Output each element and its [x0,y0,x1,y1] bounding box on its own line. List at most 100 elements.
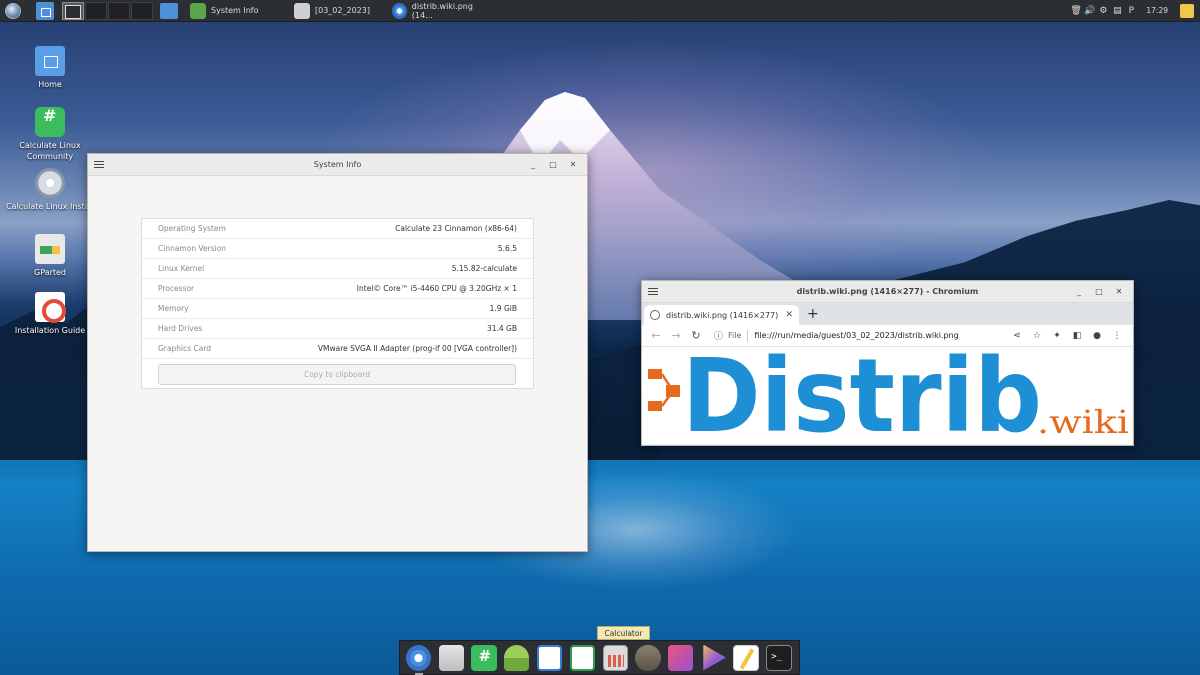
calculator-icon[interactable] [602,644,628,671]
desktop-icon-install[interactable]: Calculate Linux Install [5,168,95,212]
clock[interactable]: 17:29 [1146,6,1168,15]
reload-icon[interactable]: ↻ [688,329,704,342]
info-row-graphics: Graphics Card VMware SVGA II Adapter (pr… [142,339,533,359]
info-icon[interactable]: ⓘ [714,329,728,342]
info-row-memory: Memory 1.9 GiB [142,299,533,319]
taskbar-item-system-info[interactable]: System Info [184,0,282,22]
calculate-logo-icon [5,2,21,19]
user-icon[interactable] [504,644,530,671]
window-title: System Info [313,160,362,169]
new-tab-button[interactable]: + [807,305,819,325]
home-folder-icon [35,46,65,76]
extensions-icon[interactable]: ✦ [1047,331,1067,341]
spreadsheet-icon[interactable] [569,644,596,671]
top-panel: System Info [03_02_2023] distrib.wiki.pn… [0,0,1200,22]
back-icon[interactable]: ← [648,329,664,342]
terminal-icon[interactable] [766,644,792,671]
scheme-label: File [728,331,742,340]
copy-to-clipboard-button[interactable]: Copy to clipboard [158,364,516,385]
gimp-icon[interactable] [635,644,661,671]
disc-icon [35,168,65,198]
start-menu-button[interactable] [2,0,24,22]
info-value: 5.15.82-calculate [451,264,517,273]
browser-tab[interactable]: distrib.wiki.png (1416×277) ✕ [644,305,799,325]
desktop-icon-home[interactable]: Home [5,46,95,90]
info-key: Operating System [158,224,226,233]
workspace-2[interactable] [85,1,107,20]
workspace-4[interactable] [131,1,153,20]
forward-icon[interactable]: → [668,329,684,342]
desktop-icon-label: Calculate Linux Install [5,202,95,211]
info-value: 31.4 GB [486,324,517,333]
distrib-wiki-logo: Distrib .wiki [642,347,1129,444]
layout-icon[interactable]: ▤ [1112,6,1122,16]
taskbar-item-folder[interactable]: [03_02_2023] [288,0,380,22]
info-value: 5.6.5 [497,244,517,253]
volume-icon[interactable]: 🔊 [1084,6,1095,16]
share-icon[interactable]: ⋖ [1007,331,1027,341]
window-titlebar[interactable]: distrib.wiki.png (1416×277) - Chromium _… [642,281,1133,303]
logo-suffix-text: .wiki [1037,403,1129,441]
tab-close-icon[interactable]: ✕ [785,310,793,320]
info-row-kernel: Linux Kernel 5.15.82-calculate [142,259,533,279]
tab-strip: distrib.wiki.png (1416×277) ✕ + [642,303,1133,325]
info-row-drives: Hard Drives 31.4 GB [142,319,533,339]
workspace-3[interactable] [108,1,130,20]
desktop-icon-gparted[interactable]: GParted [5,234,95,278]
more-menu-icon[interactable]: ⋮ [1107,331,1127,341]
info-key: Cinnamon Version [158,244,227,253]
chat-icon [35,107,65,137]
taskbar-item-chromium[interactable]: distrib.wiki.png (14... [386,0,496,22]
profile-icon[interactable]: ● [1087,331,1107,341]
chat-icon[interactable] [471,644,497,671]
page-content: Distrib .wiki [642,347,1132,444]
lifebuoy-icon [35,292,66,323]
trash-icon[interactable]: 🗑 [1070,6,1081,16]
video-icon[interactable] [703,644,726,671]
taskbar-item-label: [03_02_2023] [315,6,370,15]
bookmark-star-icon[interactable]: ☆ [1027,331,1047,341]
info-row-cinnamon: Cinnamon Version 5.6.5 [142,239,533,259]
notes-icon[interactable] [733,644,759,671]
info-key: Hard Drives [158,324,203,333]
tab-title: distrib.wiki.png (1416×277) [666,310,779,320]
file-manager-launcher-icon[interactable] [160,2,178,19]
info-key: Linux Kernel [158,264,205,273]
info-row-processor: Processor Intel© Core™ i5-4460 CPU @ 3.2… [142,279,533,299]
keyboard-icon[interactable]: P [1126,6,1136,16]
address-bar[interactable]: file:///run/media/guest/03_02_2023/distr… [754,331,958,340]
info-row-os: Operating System Calculate 23 Cinnamon (… [142,219,533,239]
gparted-icon [35,234,65,264]
info-value: VMware SVGA II Adapter (prog-if 00 [VGA … [317,344,517,353]
side-panel-icon[interactable]: ◧ [1067,331,1087,341]
system-info-window: System Info _ □ ✕ Operating System Calcu… [87,153,588,552]
info-key: Memory [158,304,189,313]
desktop-icon-label: GParted [34,268,66,277]
window-title: distrib.wiki.png (1416×277) - Chromium [796,287,979,296]
desktop-icon-guide[interactable]: Installation Guide [5,292,95,336]
taskbar-item-label: distrib.wiki.png (14... [411,1,473,20]
dock-panel [399,640,800,675]
taskbar-item-label: System Info [211,6,259,15]
network-icon[interactable]: ⚙ [1098,6,1108,16]
logo-brand-text: Distrib [682,347,1042,444]
desktop-icon-label: Home [38,80,62,89]
drive-icon [294,2,310,19]
time-icon[interactable] [438,644,464,671]
system-tray: 🗑 🔊 ⚙ ▤ P 17:29 [1066,0,1200,22]
workspace-1[interactable] [62,1,84,20]
home-folder-launcher-icon[interactable] [36,1,54,20]
window-titlebar[interactable]: System Info _ □ ✕ [88,154,587,176]
info-icon [190,2,206,19]
desktop-icon-label: Calculate Linux Community [19,141,81,161]
divider [747,329,749,342]
desktop-icon-community[interactable]: Calculate Linux Community [5,107,95,162]
chromium-window: distrib.wiki.png (1416×277) - Chromium _… [641,280,1134,446]
writer-icon[interactable] [536,644,563,671]
screenshot-icon[interactable] [668,644,694,671]
browser-toolbar: ← → ↻ ⓘ File file:///run/media/guest/03_… [642,325,1133,347]
system-info-card: Operating System Calculate 23 Cinnamon (… [141,218,534,389]
chromium-icon[interactable] [406,644,432,675]
user-menu-icon[interactable] [1180,3,1194,18]
workspace-switcher [62,1,154,20]
